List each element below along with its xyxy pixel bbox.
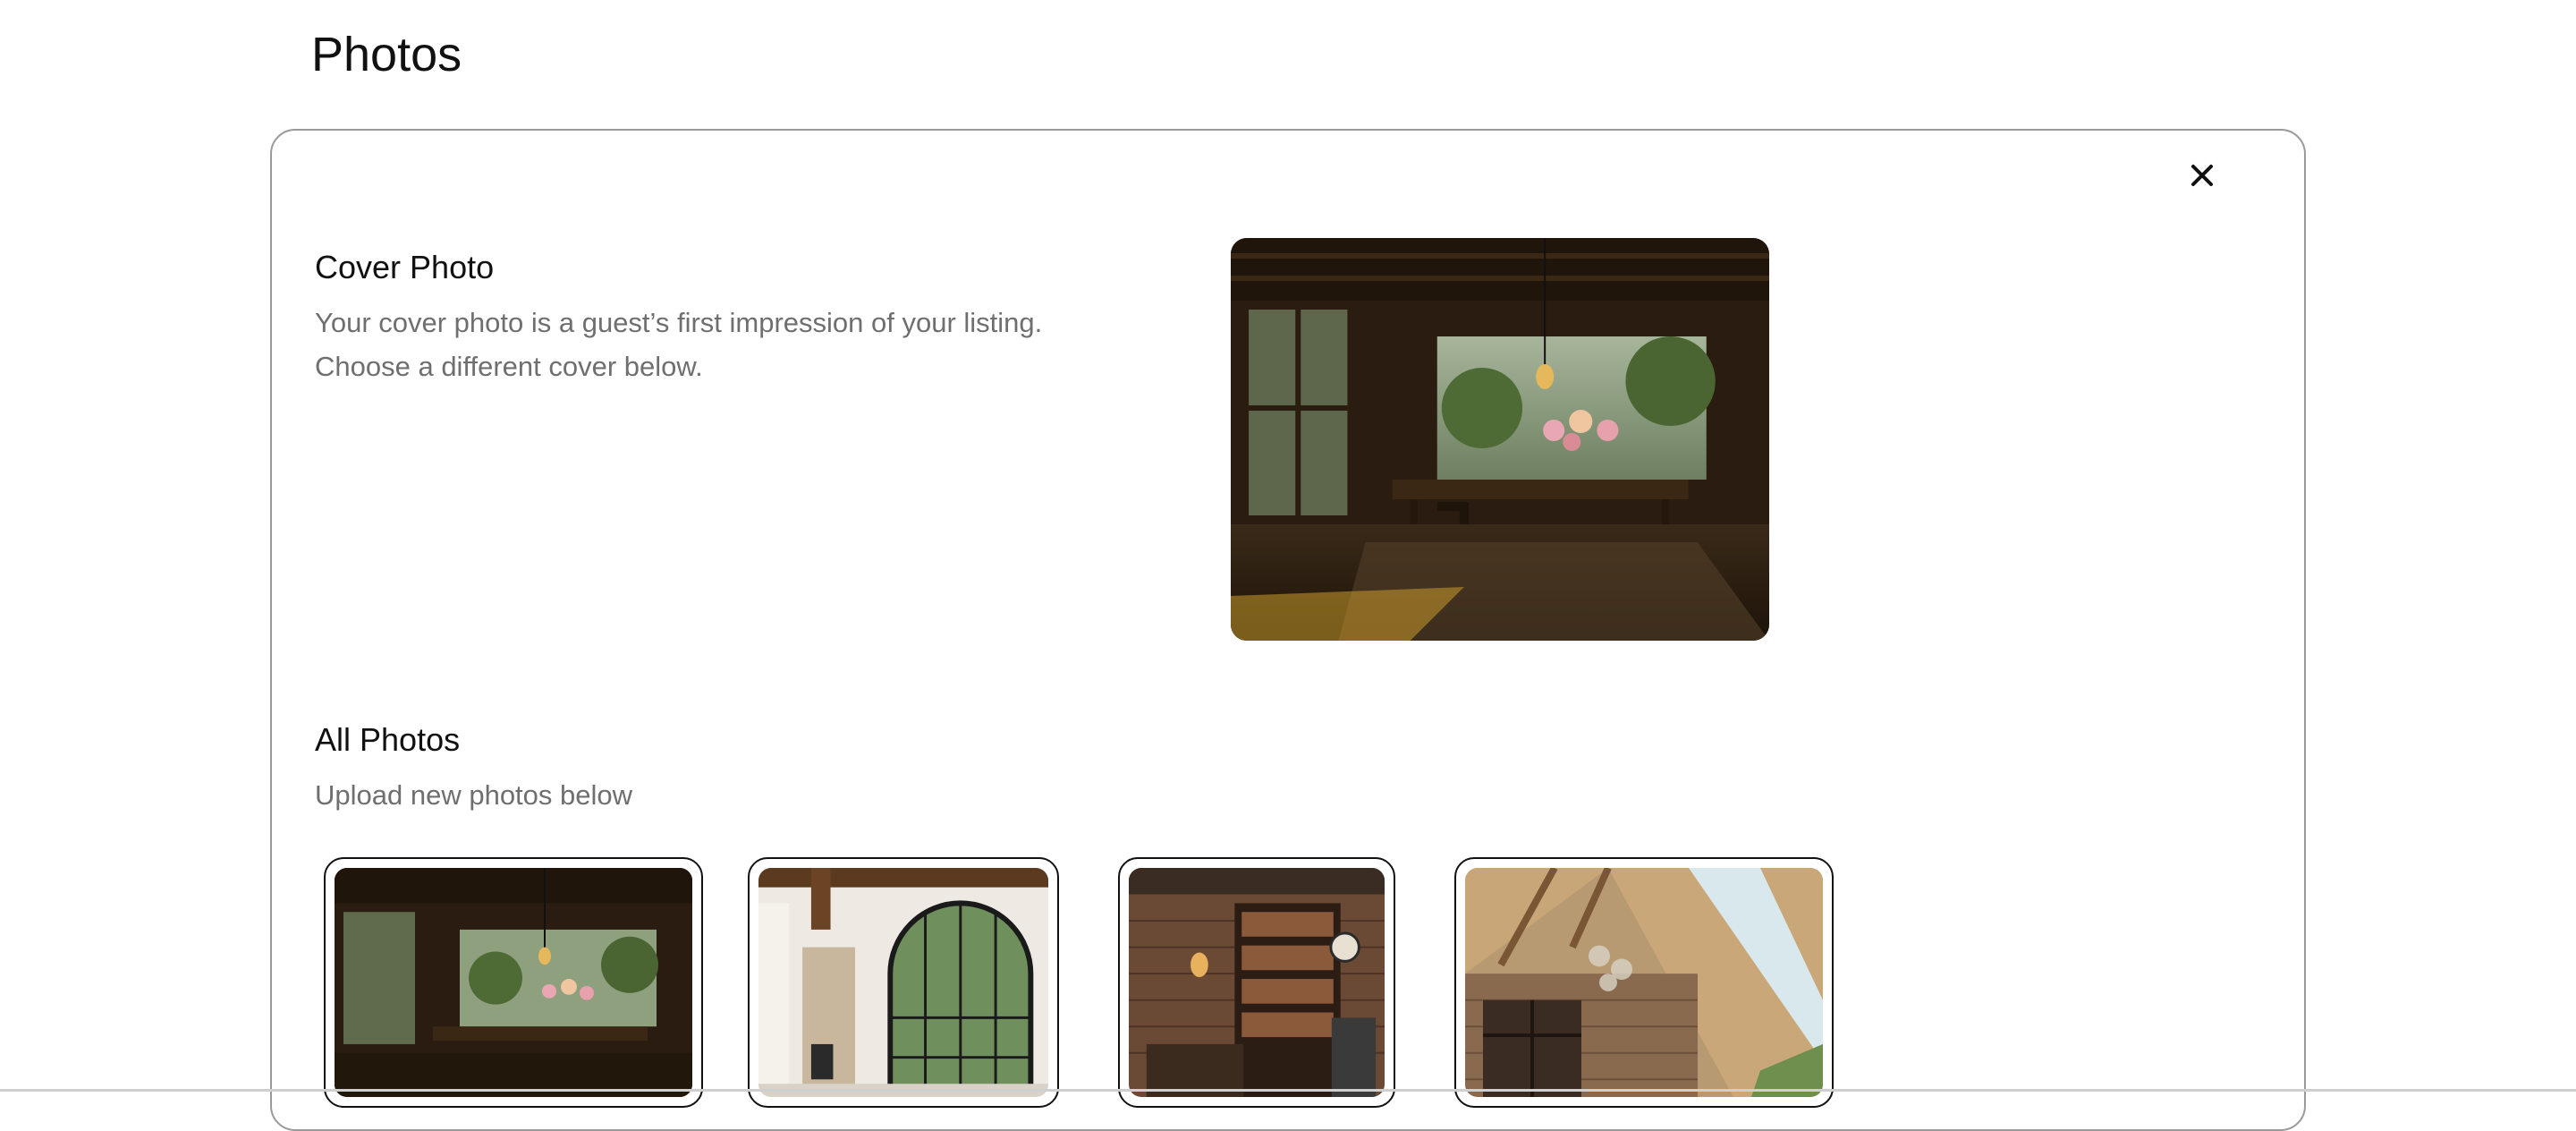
cover-photo-image — [1231, 238, 1769, 641]
photo-thumbnail[interactable] — [1454, 857, 1834, 1108]
photo-thumbnail[interactable] — [748, 857, 1059, 1108]
close-button[interactable] — [2182, 156, 2222, 195]
cover-photo-title: Cover Photo — [315, 249, 495, 285]
cover-photo-description-line1: Your cover photo is a guest’s first impr… — [315, 307, 1043, 338]
all-photos-subtitle: Upload new photos below — [315, 779, 633, 811]
page-title: Photos — [311, 28, 462, 81]
photo-thumbnail-image — [758, 868, 1048, 1097]
close-icon — [2191, 165, 2213, 186]
cover-photo[interactable] — [1231, 238, 1769, 641]
photo-thumbnail[interactable] — [1118, 857, 1395, 1108]
photo-thumbnail-image — [1129, 868, 1385, 1097]
photo-thumbnail-image — [1465, 868, 1823, 1097]
photo-thumbnail-image — [335, 868, 692, 1097]
photo-thumbnail[interactable] — [324, 857, 703, 1108]
cover-photo-description-line2: Choose a different cover below. — [315, 351, 703, 382]
all-photos-title: All Photos — [315, 721, 461, 758]
